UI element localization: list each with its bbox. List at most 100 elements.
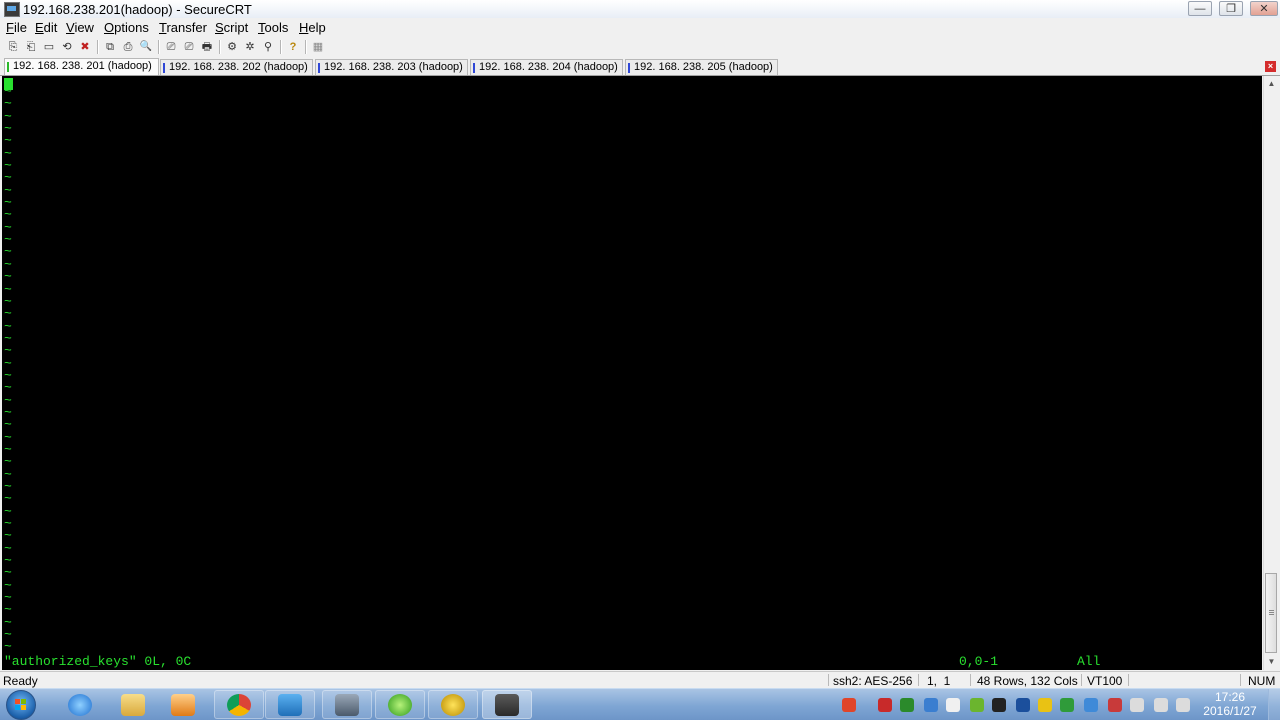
status-divider: [828, 674, 829, 686]
menu-tools[interactable]: Tools: [258, 20, 288, 35]
disconnect-icon[interactable]: ✖: [77, 39, 93, 55]
tray-network-app-icon[interactable]: [900, 698, 914, 712]
taskbar-media-player[interactable]: [158, 690, 208, 719]
start-button[interactable]: [6, 690, 36, 720]
help-icon[interactable]: ?: [285, 39, 301, 55]
vim-empty-line-markers: ~ ~ ~ ~ ~ ~ ~ ~ ~ ~ ~ ~ ~ ~ ~ ~ ~ ~ ~ ~ ~ ~ ~ ~ ~ ~ ~ ~ ~ ~ ~ ~ ~ ~ ~ ~ ~ ~ ~ ~…: [4, 85, 16, 655]
tab-session-203[interactable]: 192. 168. 238. 203 (hadoop): [315, 59, 468, 75]
title-bar: 192.168.238.201(hadoop) - SecureCRT — ❐ …: [0, 0, 1280, 19]
menu-view[interactable]: View: [66, 20, 94, 35]
tab-session-204[interactable]: 192. 168. 238. 204 (hadoop): [470, 59, 623, 75]
tab-status-indicator: [163, 63, 165, 73]
status-bar: Ready ssh2: AES-256 1, 1 48 Rows, 132 Co…: [0, 671, 1280, 688]
taskbar-chrome[interactable]: [214, 690, 264, 719]
status-emulation: VT100: [1087, 674, 1123, 688]
toolbar-separator: [280, 40, 282, 54]
volume-icon[interactable]: [1154, 698, 1168, 712]
taskbar-clock[interactable]: 17:26 2016/1/27: [1200, 690, 1260, 718]
find-icon[interactable]: 🔍: [138, 39, 154, 55]
scroll-thumb[interactable]: [1265, 573, 1277, 653]
copy-icon[interactable]: ⧉: [102, 39, 118, 55]
status-divider: [970, 674, 971, 686]
tab-status-indicator: [473, 63, 475, 73]
signal-icon[interactable]: [1176, 698, 1190, 712]
status-numlock: NUM: [1248, 674, 1276, 688]
chrome-icon: [227, 694, 251, 716]
network-warning-icon[interactable]: [1108, 698, 1122, 712]
status-cursor-position: 1, 1: [927, 674, 951, 688]
tab-session-202[interactable]: 192. 168. 238. 202 (hadoop): [160, 59, 313, 75]
tray-windows-icon[interactable]: [946, 698, 960, 712]
tab-label: 192. 168. 238. 203 (hadoop): [324, 61, 463, 73]
tray-green-icon[interactable]: [970, 698, 984, 712]
status-divider: [918, 674, 919, 686]
vim-file-status: "authorized_keys" 0L, 0C: [4, 654, 192, 669]
shield-icon[interactable]: [1060, 698, 1074, 712]
vim-cursor-position: 0,0-1: [959, 654, 999, 669]
tab-session-205[interactable]: 192. 168. 238. 205 (hadoop): [625, 59, 778, 75]
scroll-up-arrow-icon[interactable]: ▲: [1266, 78, 1277, 89]
show-desktop-button[interactable]: [1268, 689, 1280, 720]
securecrt-app-icon[interactable]: [4, 2, 20, 17]
tab-label: 192. 168. 238. 205 (hadoop): [634, 61, 773, 73]
status-divider: [1081, 674, 1082, 686]
scroll-down-arrow-icon[interactable]: ▼: [1266, 656, 1277, 667]
taskbar-securecrt[interactable]: [482, 690, 532, 719]
taskbar-security-app[interactable]: [322, 690, 372, 719]
tab-session-201[interactable]: 192. 168. 238. 201 (hadoop): [4, 58, 159, 75]
keymap-icon[interactable]: ⚲: [260, 39, 276, 55]
tab-label: 192. 168. 238. 202 (hadoop): [169, 61, 308, 73]
window-title: 192.168.238.201(hadoop) - SecureCRT: [23, 2, 252, 17]
toolbar-separator: [97, 40, 99, 54]
status-cipher: ssh2: AES-256: [833, 674, 913, 688]
connect-in-tab-icon[interactable]: ▭: [41, 39, 57, 55]
tab-label: 192. 168. 238. 204 (hadoop): [479, 61, 618, 73]
qq-icon[interactable]: [992, 698, 1006, 712]
toolbar: ⎘ ⎗ ▭ ⟲ ✖ ⧉ ⎙ 🔍 ⎚ ⎚ 🖶 ⚙ ✲ ⚲ ? ▦: [0, 37, 1280, 57]
reconnect-icon[interactable]: ⟲: [59, 39, 75, 55]
lock-icon: [335, 694, 359, 716]
green-e-icon: [388, 694, 412, 716]
connect-icon[interactable]: ⎘: [5, 39, 21, 55]
tray-security-icon[interactable]: [924, 698, 938, 712]
media-player-icon: [171, 694, 195, 716]
taskbar-green-app[interactable]: [375, 690, 425, 719]
terminal-screen[interactable]: ~ ~ ~ ~ ~ ~ ~ ~ ~ ~ ~ ~ ~ ~ ~ ~ ~ ~ ~ ~ ~ ~ ~ ~ ~ ~ ~ ~ ~ ~ ~ ~ ~ ~ ~ ~ ~ ~ ~ ~…: [2, 76, 1262, 670]
close-button[interactable]: ✕: [1250, 1, 1278, 16]
menu-file[interactable]: File: [6, 20, 27, 35]
session-options-icon[interactable]: ⚙: [224, 39, 240, 55]
terminal-scrollbar[interactable]: ▲ ▼: [1263, 76, 1279, 670]
taskbar-internet-explorer[interactable]: [55, 690, 105, 719]
menu-options[interactable]: Options: [104, 20, 149, 35]
tray-plus-icon[interactable]: [1038, 698, 1052, 712]
restore-button[interactable]: ❐: [1219, 1, 1243, 16]
tab-label: 192. 168. 238. 201 (hadoop): [13, 60, 152, 72]
tray-app-icon[interactable]: [878, 698, 892, 712]
minimize-button[interactable]: —: [1188, 1, 1212, 16]
windows-taskbar: 17:26 2016/1/27: [0, 688, 1280, 720]
bluetooth-icon[interactable]: [1016, 698, 1030, 712]
close-tab-icon[interactable]: ×: [1265, 61, 1276, 72]
taskbar-file-explorer[interactable]: [108, 690, 158, 719]
session-tab-strip: 192. 168. 238. 201 (hadoop) 192. 168. 23…: [0, 58, 1280, 76]
print-selection-icon[interactable]: ⎚: [181, 39, 197, 55]
menu-edit[interactable]: Edit: [35, 20, 57, 35]
menu-transfer[interactable]: Transfer: [159, 20, 207, 35]
status-terminal-size: 48 Rows, 132 Cols: [977, 674, 1078, 688]
taskbar-virtual-machine[interactable]: [265, 690, 315, 719]
sogou-input-icon[interactable]: [842, 698, 856, 712]
clock-time: 17:26: [1214, 690, 1246, 704]
menu-script[interactable]: Script: [215, 20, 248, 35]
tray-monitor-icon[interactable]: [1084, 698, 1098, 712]
print-setup-icon[interactable]: 🖶: [199, 39, 215, 55]
windows-logo-icon: [15, 699, 27, 711]
usb-icon[interactable]: [1130, 698, 1144, 712]
global-options-icon[interactable]: ✲: [242, 39, 258, 55]
taskbar-editor-app[interactable]: [428, 690, 478, 719]
paste-icon[interactable]: ⎙: [120, 39, 136, 55]
menu-help[interactable]: Help: [299, 20, 326, 35]
print-icon[interactable]: ⎚: [163, 39, 179, 55]
quick-connect-icon[interactable]: ⎗: [23, 39, 39, 55]
vim-tilde-line: ~: [4, 639, 12, 655]
sftp-icon[interactable]: ▦: [310, 39, 326, 55]
